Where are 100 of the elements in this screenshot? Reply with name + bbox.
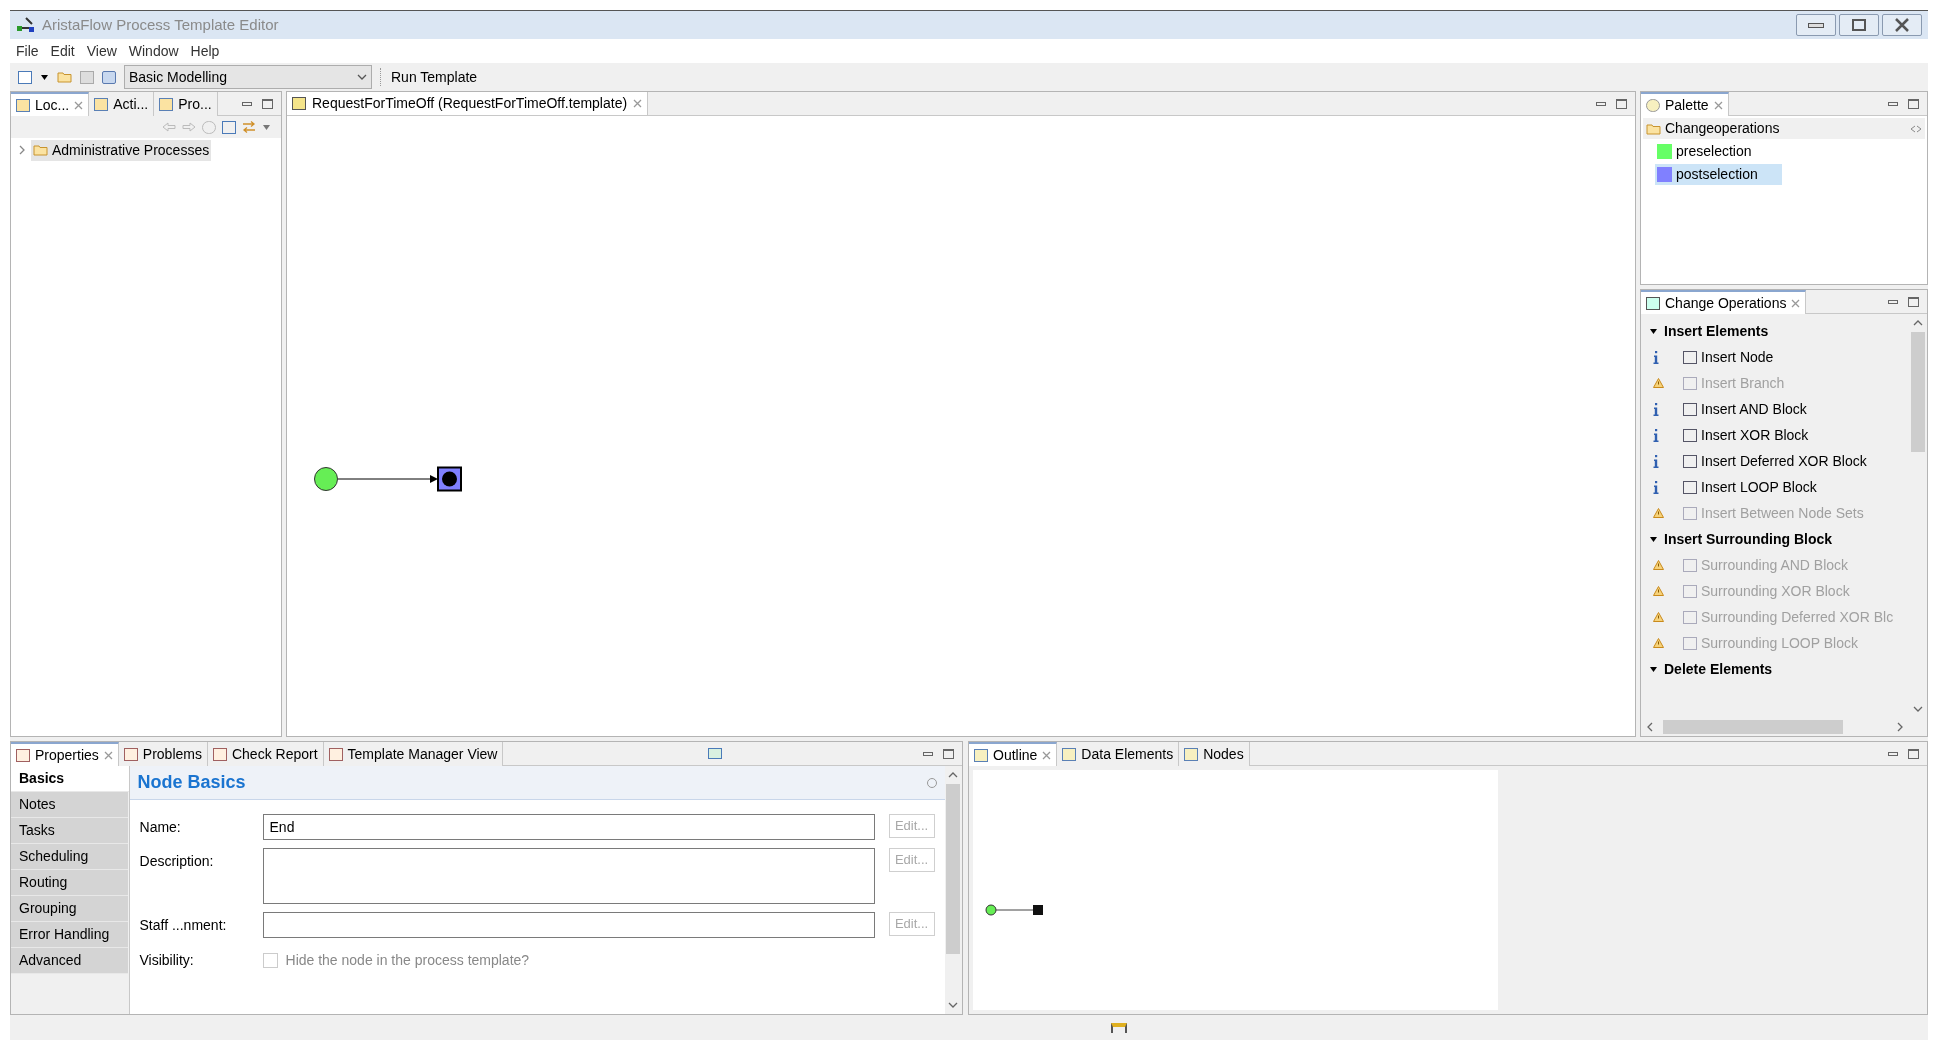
expand-arrow-icon[interactable] [1649,534,1658,544]
field-label: Description: [139,852,215,871]
info-icon [1653,428,1659,442]
close-icon[interactable] [103,750,113,760]
warning-icon [1653,560,1664,570]
view-tab[interactable]: Pro... [154,92,218,116]
minimize-icon[interactable] [1888,299,1898,304]
close-icon[interactable] [1042,750,1052,760]
maximize-icon[interactable] [262,98,273,109]
scroll-left-icon[interactable] [1645,722,1655,732]
side-tab[interactable]: Routing [11,870,128,896]
side-tab[interactable]: Basics [11,766,129,792]
scrollbar-thumb[interactable] [1911,332,1925,452]
close-icon[interactable] [1713,100,1723,110]
info-icon [1653,480,1659,494]
maximize-icon[interactable] [1908,98,1919,109]
view-menu-icon[interactable] [262,122,271,132]
field-label: Visibility: [139,951,195,970]
run-template-button[interactable]: Run Template [389,66,480,88]
menu-item[interactable]: Help [190,40,220,62]
app-logo-icon [16,16,36,34]
side-tab[interactable]: Advanced [11,948,128,974]
section-title: Node Basics [137,771,246,794]
side-tab[interactable]: Grouping [11,896,128,922]
maximize-icon[interactable] [1616,98,1627,109]
view-tab[interactable]: Properties [11,742,119,766]
menu-item[interactable]: View [86,40,117,62]
dropdown-caret-icon[interactable] [40,72,49,82]
view-tab[interactable]: Data Elements [1057,742,1180,766]
text-field[interactable] [262,912,875,938]
close-icon[interactable] [1791,298,1801,308]
minimize-icon[interactable] [1888,101,1898,106]
close-button[interactable] [1882,14,1922,36]
view-tab[interactable]: Check Report [207,742,324,766]
scroll-up-icon[interactable] [948,770,959,780]
close-icon[interactable] [633,99,643,108]
scroll-right-icon[interactable] [1895,722,1905,732]
maximize-icon[interactable] [1908,296,1919,307]
side-tab[interactable]: Error Handling [11,922,128,948]
operation-item[interactable]: Insert LOOP Block [1683,476,1817,498]
maximize-icon[interactable] [1908,748,1919,759]
scroll-up-icon[interactable] [1913,318,1923,328]
restore-button[interactable] [1839,14,1879,36]
expand-arrow-icon[interactable] [1649,664,1658,674]
palette-item[interactable]: postselection [1655,164,1782,185]
warning-icon [1653,638,1664,648]
view-tab[interactable]: Nodes [1179,742,1250,766]
minimize-icon[interactable] [1596,101,1606,106]
tree-item[interactable]: Administrative Processes [31,139,212,161]
view-tab[interactable]: Template Manager View [323,742,504,766]
description-field[interactable] [262,848,875,904]
maximize-icon[interactable] [943,748,954,759]
dropdown-caret-icon[interactable] [357,72,367,82]
view-tab[interactable]: Problems [118,742,208,766]
folder-icon [33,144,48,156]
folder-icon [1646,122,1661,135]
section-header[interactable]: Delete Elements [1641,656,1909,682]
side-tab[interactable]: Notes [11,792,128,818]
menu-item[interactable]: File [16,40,39,62]
scroll-down-icon[interactable] [1913,704,1923,714]
barrier-icon [1111,1022,1127,1033]
editor-tab[interactable]: RequestForTimeOff (RequestForTimeOff.template) [287,92,649,115]
scroll-down-icon[interactable] [948,1000,959,1010]
view-tab[interactable]: Loc... [11,92,90,116]
field-label: Staff ...nment: [139,916,228,935]
view-tab[interactable]: Palette [1641,92,1729,116]
scrollbar-thumb[interactable] [1663,720,1843,734]
field-label: Name: [139,818,182,837]
operation-item[interactable]: Insert AND Block [1683,398,1807,420]
menu-item[interactable]: Window [128,40,179,62]
minimize-icon[interactable] [923,751,933,756]
warning-icon [1653,612,1664,622]
operation-item[interactable]: Insert Deferred XOR Block [1683,450,1867,472]
info-icon [1653,402,1659,416]
perspective-dropdown[interactable]: Basic Modelling [124,65,372,89]
operation-item[interactable]: Insert XOR Block [1683,424,1809,446]
minimize-button[interactable] [1796,14,1836,36]
section-header[interactable]: Insert Surrounding Block [1641,526,1909,552]
minimize-icon[interactable] [1888,751,1898,756]
side-tab[interactable]: Scheduling [11,844,128,870]
warning-icon [1653,508,1664,518]
view-tab[interactable]: Outline [969,742,1058,766]
palette-item[interactable]: preselection [1655,141,1776,162]
view-tab[interactable]: Acti... [89,92,155,116]
scrollbar-thumb[interactable] [946,784,961,954]
horizontal-scrollbar[interactable] [1641,718,1927,736]
collapse-icon[interactable] [1910,124,1922,133]
close-icon [1894,18,1910,32]
palette-group-header[interactable]: Changeoperations [1643,118,1925,139]
expand-arrow-icon[interactable] [1649,326,1658,336]
window-title: AristaFlow Process Template Editor [42,14,279,35]
warning-icon [1653,586,1664,596]
minimize-icon[interactable] [242,101,252,106]
view-tab[interactable]: Change Operations [1641,290,1807,314]
vertical-scrollbar[interactable] [944,766,962,1014]
menu-item[interactable]: Edit [50,40,75,62]
section-header[interactable]: Insert Elements [1641,318,1909,344]
side-tab[interactable]: Tasks [11,818,128,844]
operation-item[interactable]: Insert Node [1683,346,1774,368]
close-icon[interactable] [74,100,84,110]
